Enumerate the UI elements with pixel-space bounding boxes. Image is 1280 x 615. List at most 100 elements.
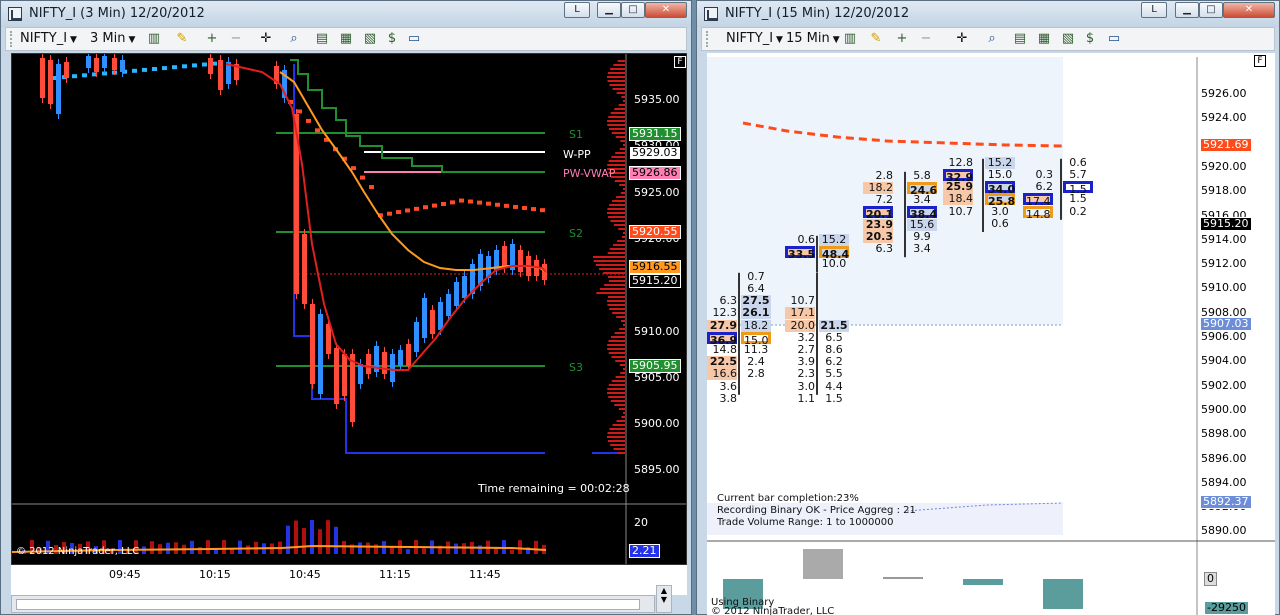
horizontal-scrollbar[interactable] bbox=[11, 595, 655, 613]
zoom-in-icon[interactable]: + bbox=[894, 31, 910, 47]
scrollbar-thumb[interactable] bbox=[16, 599, 640, 610]
pencil-icon[interactable]: ✎ bbox=[174, 31, 190, 47]
dot-marker bbox=[513, 204, 518, 209]
interval-selector[interactable]: 3 Min ▼ bbox=[90, 31, 135, 46]
crosshair-icon[interactable]: ✛ bbox=[258, 31, 274, 47]
bid-cell: 3.2 bbox=[797, 330, 816, 344]
candle bbox=[430, 305, 435, 339]
zoom-out-icon[interactable]: − bbox=[918, 31, 934, 47]
price-tick: 5912.00 bbox=[1201, 257, 1247, 271]
volume-bar bbox=[510, 549, 514, 554]
zoom-in-icon[interactable]: + bbox=[204, 31, 220, 47]
zoom-out-icon[interactable]: − bbox=[228, 31, 244, 47]
data-box-icon[interactable]: ▭ bbox=[406, 31, 422, 47]
title-bar[interactable]: NIFTY_I (15 Min) 12/20/2012 L ▁ □ ✕ bbox=[697, 1, 1279, 27]
toolbar-grip[interactable] bbox=[706, 31, 708, 47]
profile-bar bbox=[593, 256, 625, 258]
minimize-button[interactable]: ▁ bbox=[597, 2, 621, 18]
close-button[interactable]: ✕ bbox=[1223, 2, 1275, 18]
profile-bar bbox=[621, 416, 625, 418]
bar-type-icon[interactable]: ▥ bbox=[842, 31, 858, 47]
ask-cell: 3.4 bbox=[913, 242, 931, 255]
footprint-wick bbox=[816, 272, 818, 395]
dot-marker bbox=[162, 66, 167, 71]
properties-icon[interactable]: ▧ bbox=[1060, 31, 1076, 47]
bid-cell: 32.9 bbox=[943, 169, 973, 184]
volume-bar bbox=[166, 542, 170, 554]
bid-cell: 12.8 bbox=[948, 155, 974, 169]
delta-bar bbox=[883, 577, 923, 579]
money-icon[interactable]: $ bbox=[1082, 31, 1098, 47]
scroll-arrows[interactable]: ▲ ▼ bbox=[656, 585, 672, 613]
toolbar-grip[interactable] bbox=[10, 31, 12, 47]
profile-bar bbox=[607, 212, 625, 214]
interval-selector[interactable]: 15 Min ▼ bbox=[786, 31, 840, 46]
bar-type-icon[interactable]: ▥ bbox=[146, 31, 162, 47]
ask-cell: 5.7 bbox=[1069, 168, 1087, 181]
recording-status-text: Recording Binary OK - Price Aggreg : 21 bbox=[717, 505, 916, 516]
profile-bar bbox=[613, 224, 625, 226]
chart-app-icon bbox=[704, 7, 718, 21]
profile-bar bbox=[607, 348, 625, 350]
crosshair-icon[interactable]: ✛ bbox=[954, 31, 970, 47]
restore-layout-button[interactable]: L bbox=[1141, 2, 1167, 18]
magnifier-icon[interactable]: ⌕ bbox=[984, 31, 1000, 47]
candle bbox=[390, 349, 395, 387]
candle bbox=[234, 59, 239, 85]
volume-bar bbox=[190, 540, 194, 554]
current-price-tag: 5915.20 bbox=[629, 274, 681, 288]
close-button[interactable]: ✕ bbox=[645, 2, 687, 18]
profile-bar bbox=[620, 372, 625, 374]
candle bbox=[86, 54, 91, 73]
candle bbox=[318, 309, 323, 399]
title-bar[interactable]: NIFTY_I (3 Min) 12/20/2012 L ▁ □ ✕ bbox=[1, 1, 691, 27]
profile-bar bbox=[610, 220, 625, 222]
magnifier-icon[interactable]: ⌕ bbox=[286, 31, 302, 47]
s1-label: S1 bbox=[569, 128, 583, 141]
profile-bar bbox=[623, 232, 625, 234]
strategies-icon[interactable]: ▦ bbox=[338, 31, 354, 47]
ask-cell: 3.4 bbox=[913, 193, 931, 207]
bid-cell: 0.3 bbox=[1035, 168, 1054, 181]
candle bbox=[226, 57, 231, 89]
f-marker[interactable]: F bbox=[674, 56, 686, 68]
pencil-icon[interactable]: ✎ bbox=[868, 31, 884, 47]
minimize-button[interactable]: ▁ bbox=[1175, 2, 1199, 18]
profile-bar bbox=[613, 448, 625, 450]
f-marker[interactable]: F bbox=[1254, 55, 1266, 67]
candle bbox=[274, 61, 279, 89]
volume-bar bbox=[454, 543, 458, 554]
price-chart-panel[interactable]: 5935.005930.005925.005920.005915.005910.… bbox=[11, 53, 687, 565]
money-icon[interactable]: $ bbox=[384, 31, 400, 47]
dot-marker bbox=[306, 118, 311, 123]
dotted-red-line bbox=[288, 100, 545, 218]
price-tick: 5895.00 bbox=[634, 463, 680, 477]
profile-bar bbox=[611, 336, 625, 338]
profile-bar bbox=[618, 228, 625, 230]
profile-bar bbox=[604, 284, 625, 286]
ask-cell: 3.0 bbox=[991, 204, 1009, 218]
price-tick: 5926.00 bbox=[1201, 87, 1247, 100]
pwvwap-price-tag: 5926.86 bbox=[629, 166, 681, 180]
dot-marker bbox=[504, 203, 509, 208]
profile-bar bbox=[617, 452, 625, 454]
footprint-chart-panel[interactable]: 6.3 12.3 27.9 36.9 14.8 22.5 16.6 3.6 3.8 0.7 6.4 2… bbox=[707, 53, 1275, 615]
bid-cell: 22.5 bbox=[707, 356, 737, 369]
properties-icon[interactable]: ▧ bbox=[362, 31, 378, 47]
indicators-icon[interactable]: ▤ bbox=[314, 31, 330, 47]
bid-cell: 2.8 bbox=[875, 168, 894, 182]
strategies-icon[interactable]: ▦ bbox=[1036, 31, 1052, 47]
volume-bar bbox=[462, 543, 466, 554]
restore-layout-button[interactable]: L bbox=[564, 2, 590, 18]
data-box-icon[interactable]: ▭ bbox=[1106, 31, 1122, 47]
profile-bar bbox=[607, 276, 625, 278]
candle bbox=[334, 343, 339, 409]
instrument-selector[interactable]: NIFTY_I ▼ bbox=[726, 31, 783, 46]
maximize-button[interactable]: □ bbox=[621, 2, 645, 18]
profile-bar bbox=[616, 92, 625, 94]
profile-bar bbox=[615, 152, 625, 154]
price-tick: 5890.00 bbox=[1201, 524, 1247, 538]
indicators-icon[interactable]: ▤ bbox=[1012, 31, 1028, 47]
maximize-button[interactable]: □ bbox=[1199, 2, 1223, 18]
instrument-selector[interactable]: NIFTY_I ▼ bbox=[20, 31, 77, 46]
